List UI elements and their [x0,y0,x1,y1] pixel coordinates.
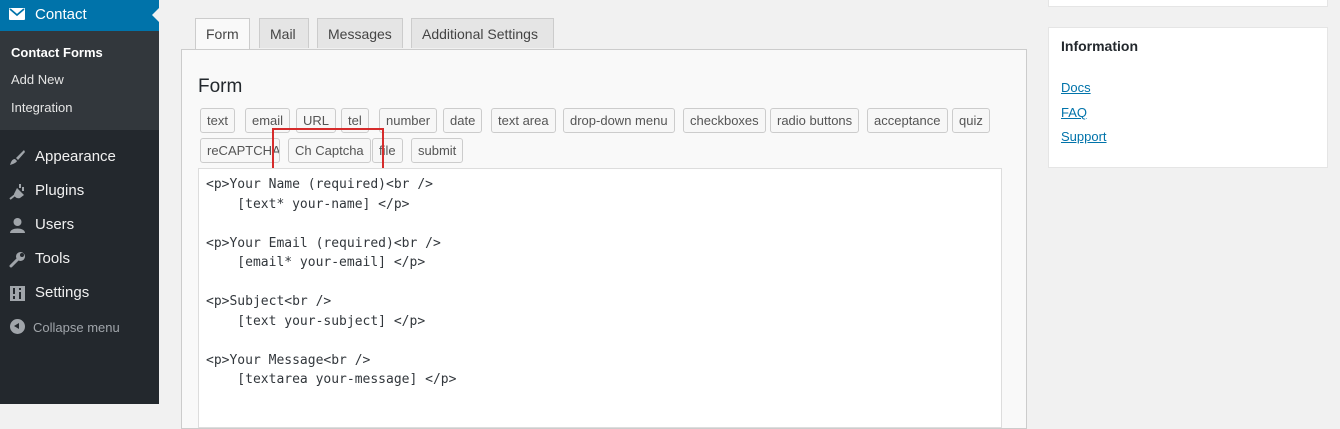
collapse-menu-button[interactable]: Collapse menu [0,316,159,340]
menu-item-contact[interactable]: Contact [0,0,159,31]
paintbrush-icon [10,150,25,165]
tag-button-submit[interactable]: submit [411,138,464,163]
collapse-menu-label: Collapse menu [33,320,120,335]
admin-sidebar: Contact Contact Forms Add New Integratio… [0,0,159,404]
faq-link[interactable]: FAQ [1061,105,1087,120]
tag-button-recaptcha[interactable]: reCAPTCHA [200,138,280,163]
tag-button-drop-down-menu[interactable]: drop-down menu [563,108,675,133]
tag-button-acceptance[interactable]: acceptance [867,108,948,133]
menu-item-tools[interactable]: Tools [0,245,159,275]
menu-item-label: Contact [35,6,87,23]
tab-additional-settings[interactable]: Additional Settings [411,18,554,48]
user-icon [10,218,25,233]
current-menu-arrow [152,8,159,22]
docs-link[interactable]: Docs [1061,80,1091,95]
menu-item-label: Settings [35,284,90,301]
wrench-icon [9,252,25,268]
information-box: Information Docs FAQ Support [1048,27,1328,168]
tag-button-text[interactable]: text [200,108,235,133]
tag-button-checkboxes[interactable]: checkboxes [683,108,766,133]
collapse-arrow-icon [10,319,25,334]
contact-submenu: Contact Forms Add New Integration [0,31,159,130]
submenu-item-contact-forms[interactable]: Contact Forms [11,45,103,60]
menu-item-label: Users [35,216,75,233]
settings-icon [10,286,25,301]
tab-messages[interactable]: Messages [317,18,403,48]
form-template-code: <p>Your Name (required)<br /> [text* you… [206,177,457,387]
tab-mail[interactable]: Mail [259,18,309,48]
menu-item-appearance[interactable]: Appearance [0,143,159,173]
information-title: Information [1061,38,1138,54]
submenu-item-integration[interactable]: Integration [11,100,72,115]
tag-button-text-area[interactable]: text area [491,108,556,133]
menu-item-label: Plugins [35,182,85,199]
mail-icon [9,8,25,20]
menu-item-label: Appearance [35,148,116,165]
tag-button-quiz[interactable]: quiz [952,108,990,133]
menu-item-label: Tools [35,250,71,267]
form-template-editor[interactable]: <p>Your Name (required)<br /> [text* you… [198,168,1002,428]
panel-title: Form [198,76,243,97]
tag-button-number[interactable]: number [379,108,438,133]
tag-button-date[interactable]: date [443,108,483,133]
tag-button-radio-buttons[interactable]: radio buttons [770,108,860,133]
tab-form[interactable]: Form [195,18,250,50]
menu-item-plugins[interactable]: Plugins [0,177,159,207]
plug-icon [9,184,24,200]
postbox-top [1048,0,1328,7]
support-link[interactable]: Support [1061,129,1107,144]
menu-item-users[interactable]: Users [0,211,159,241]
menu-item-settings[interactable]: Settings [0,279,159,309]
submenu-item-add-new[interactable]: Add New [11,72,64,87]
